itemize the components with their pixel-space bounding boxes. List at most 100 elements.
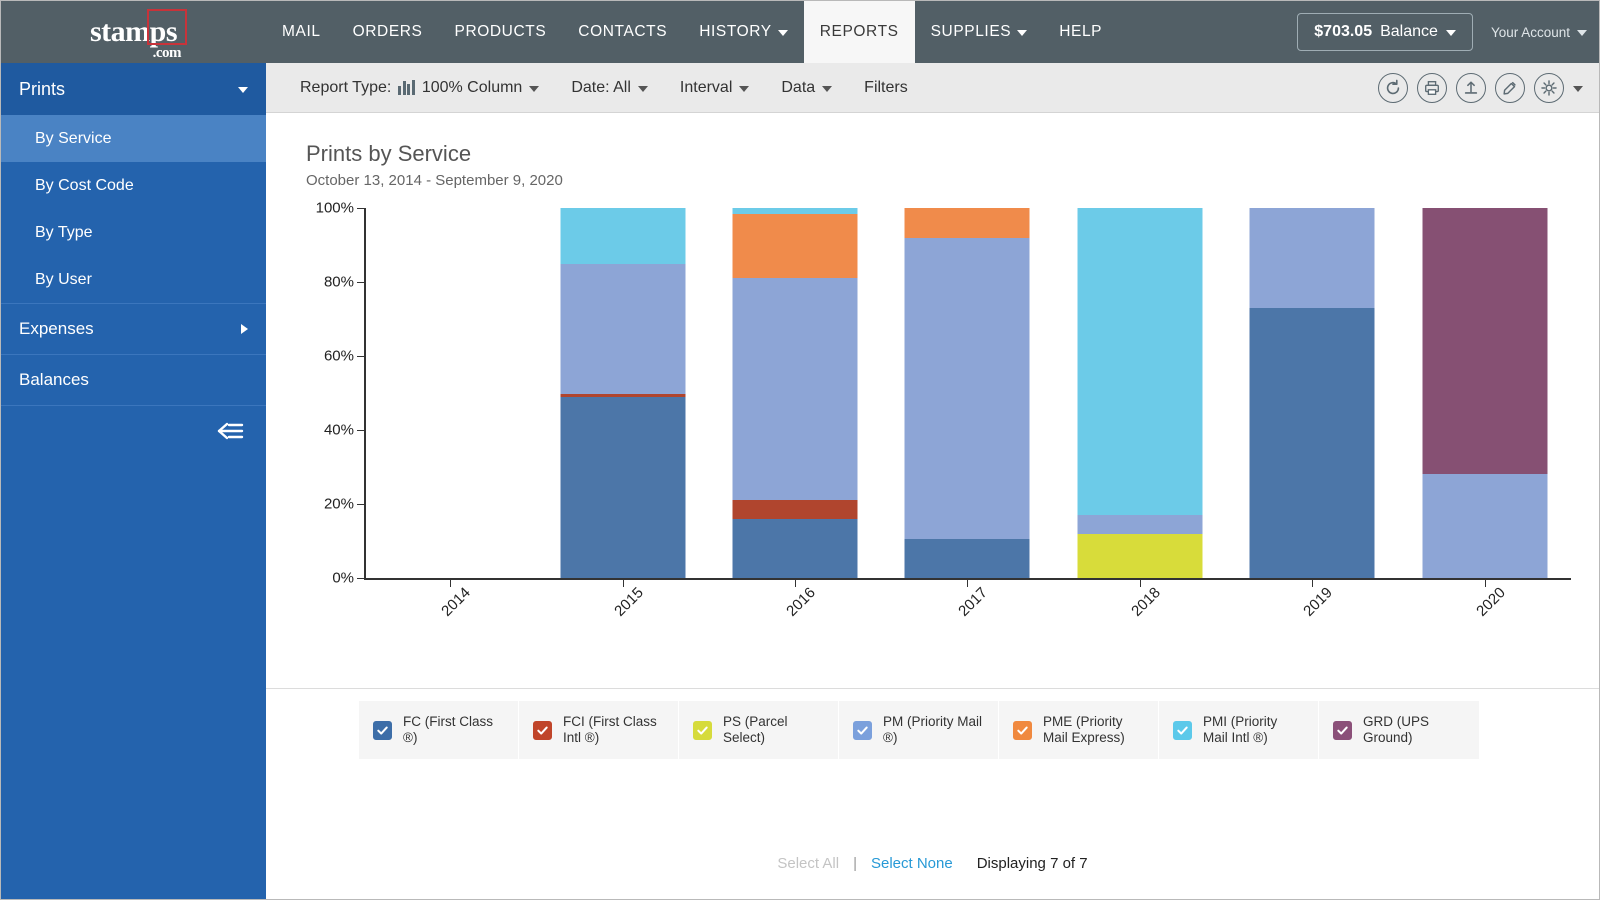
bar-segment-pm[interactable] <box>1249 208 1375 308</box>
sidebar-group-balances[interactable]: Balances <box>1 354 266 405</box>
sidebar-item-label: By Service <box>35 129 112 147</box>
legend-item-fc[interactable]: FC (First Class ®) <box>359 701 519 759</box>
chevron-down-icon <box>1017 30 1028 36</box>
sidebar-section-prints[interactable]: Prints <box>1 63 266 115</box>
y-axis-tick-label: 80% <box>323 273 354 291</box>
legend-item-pm[interactable]: PM (Priority Mail ®) <box>839 701 999 759</box>
stacked-bar[interactable] <box>732 208 858 578</box>
bar-segment-ps[interactable] <box>1077 533 1203 578</box>
date-filter-label: Date: All <box>571 78 631 96</box>
report-type-control[interactable]: Report Type: 100% Column <box>284 79 555 97</box>
sidebar-item-by-user[interactable]: By User <box>1 256 266 303</box>
stacked-bar[interactable] <box>388 208 513 578</box>
x-axis-tick <box>622 578 624 587</box>
refresh-button[interactable] <box>1378 73 1408 103</box>
bar-segment-pme[interactable] <box>732 213 858 279</box>
stacked-bar[interactable] <box>904 208 1030 578</box>
bar-segment-pm[interactable] <box>732 278 858 501</box>
export-button[interactable] <box>1456 73 1486 103</box>
legend-checkbox[interactable] <box>373 720 392 740</box>
bar-segment-fc[interactable] <box>904 539 1030 578</box>
stacked-bar[interactable] <box>1422 208 1548 578</box>
logo-suffix: .com <box>152 45 182 61</box>
legend-item-ps[interactable]: PS (Parcel Select) <box>679 701 839 759</box>
bar-segment-pm[interactable] <box>904 237 1030 540</box>
nav-item-supplies[interactable]: SUPPLIES <box>915 1 1044 63</box>
bar-segment-fc[interactable] <box>560 396 686 578</box>
brand-logo[interactable]: stamps .com <box>1 9 266 61</box>
balance-button[interactable]: $703.05 Balance <box>1297 13 1473 51</box>
sidebar-item-by-type[interactable]: By Type <box>1 209 266 256</box>
bar-segment-pmi[interactable] <box>1077 208 1203 516</box>
date-filter-control[interactable]: Date: All <box>555 79 664 97</box>
sidebar-group-expenses[interactable]: Expenses <box>1 303 266 354</box>
bar-segment-pm[interactable] <box>1077 515 1203 534</box>
bar-segment-pm[interactable] <box>560 263 686 394</box>
legend-checkbox[interactable] <box>1173 720 1192 740</box>
y-axis-tick-label: 20% <box>323 495 354 513</box>
sidebar-item-by-service[interactable]: By Service <box>1 115 266 162</box>
legend-item-grd[interactable]: GRD (UPS Ground) <box>1319 701 1479 759</box>
bar-segment-pmi[interactable] <box>560 208 686 264</box>
nav-item-products[interactable]: PRODUCTS <box>439 1 563 63</box>
legend-item-pme[interactable]: PME (Priority Mail Express) <box>999 701 1159 759</box>
nav-item-orders[interactable]: ORDERS <box>337 1 439 63</box>
data-control[interactable]: Data <box>765 79 848 97</box>
chevron-down-icon <box>1445 30 1456 36</box>
chevron-down-icon <box>822 85 833 92</box>
sidebar-section-label: Prints <box>19 78 66 99</box>
bar-segment-fc[interactable] <box>732 518 858 578</box>
bar-segment-fci[interactable] <box>560 393 686 397</box>
settings-button[interactable] <box>1534 73 1564 103</box>
legend-checkbox[interactable] <box>533 720 552 740</box>
y-axis-tick-label: 100% <box>315 199 354 217</box>
y-axis-tick <box>357 208 364 209</box>
bar-segment-pme[interactable] <box>904 208 1030 238</box>
print-button[interactable] <box>1417 73 1447 103</box>
check-icon <box>697 726 708 735</box>
x-axis-tick-label: 2016 <box>783 584 819 620</box>
legend-checkbox[interactable] <box>1333 720 1352 740</box>
sidebar-item-by-cost-code[interactable]: By Cost Code <box>1 162 266 209</box>
stacked-bar[interactable] <box>1077 208 1203 578</box>
nav-item-mail[interactable]: MAIL <box>266 1 337 63</box>
toolbar-overflow-chevron-icon[interactable] <box>1573 86 1583 92</box>
legend-checkbox[interactable] <box>853 720 872 740</box>
x-axis-tick-label: 2018 <box>1128 584 1164 620</box>
bar-segment-fc[interactable] <box>1249 307 1375 578</box>
legend-item-fci[interactable]: FCI (First Class Intl ®) <box>519 701 679 759</box>
nav-item-label: HISTORY <box>699 23 772 40</box>
y-axis-tick <box>357 356 364 357</box>
legend-item-label: PM (Priority Mail ®) <box>883 713 983 745</box>
x-axis-tick-label: 2014 <box>438 584 475 620</box>
stacked-bar[interactable] <box>1249 208 1375 578</box>
filters-control[interactable]: Filters <box>848 79 924 97</box>
account-menu[interactable]: Your Account <box>1491 25 1587 40</box>
legend-checkbox[interactable] <box>693 720 712 740</box>
select-all-link[interactable]: Select All <box>777 855 839 872</box>
column-chart-icon <box>398 80 415 95</box>
select-none-link[interactable]: Select None <box>871 855 953 872</box>
bar-segment-fci[interactable] <box>732 500 858 519</box>
bar-segment-pm[interactable] <box>1422 474 1548 578</box>
x-axis-tick <box>1139 578 1141 587</box>
check-icon <box>537 726 548 735</box>
x-axis-tick <box>1312 578 1314 587</box>
nav-item-reports[interactable]: REPORTS <box>803 1 915 63</box>
bar-segment-pmi[interactable] <box>732 208 858 214</box>
interval-control[interactable]: Interval <box>664 79 765 97</box>
feedback-button[interactable] <box>1495 73 1525 103</box>
check-icon <box>1017 726 1028 735</box>
nav-item-help[interactable]: HELP <box>1043 1 1118 63</box>
legend-item-label: GRD (UPS Ground) <box>1363 713 1430 745</box>
interval-label: Interval <box>679 78 733 96</box>
bar-group-2019: 2019 <box>1226 208 1398 620</box>
legend-item-pmi[interactable]: PMI (Priority Mail Intl ®) <box>1159 701 1319 759</box>
stacked-bar[interactable] <box>560 208 686 578</box>
legend-checkbox[interactable] <box>1013 720 1032 740</box>
sidebar-collapse-button[interactable] <box>1 405 266 455</box>
nav-item-history[interactable]: HISTORY <box>683 1 804 63</box>
bar-segment-grd[interactable] <box>1422 208 1548 475</box>
nav-item-contacts[interactable]: CONTACTS <box>562 1 683 63</box>
chart-title: Prints by Service <box>306 141 472 166</box>
